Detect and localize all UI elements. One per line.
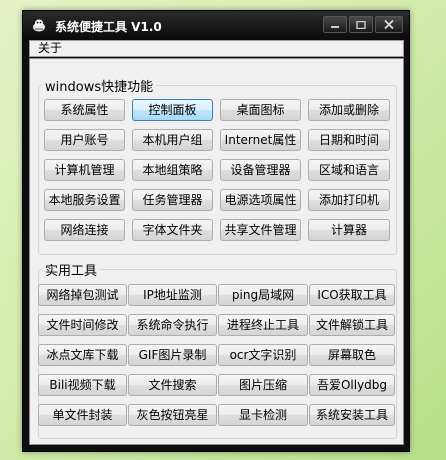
win-button-r2c2[interactable]: 本机用户组	[132, 129, 213, 151]
menu-about[interactable]: 关于	[36, 41, 64, 56]
tool-button-r2c2[interactable]: 系统命令执行	[128, 314, 217, 336]
menu-bar: 关于	[29, 40, 404, 57]
tool-button-r4c3[interactable]: 图片压缩	[218, 374, 308, 396]
win-button-r5c4[interactable]: 计算器	[308, 219, 390, 241]
win-button-r4c4[interactable]: 添加打印机	[308, 189, 390, 211]
tool-button-r4c1[interactable]: Bili视频下载	[38, 374, 127, 396]
tool-button-r5c3[interactable]: 显卡检测	[218, 404, 308, 426]
window-controls	[323, 16, 403, 33]
win-button-r2c1[interactable]: 用户账号	[44, 129, 125, 151]
tool-button-r1c2[interactable]: IP地址监测	[128, 284, 217, 306]
minimize-button[interactable]	[323, 16, 347, 33]
close-button[interactable]	[375, 16, 403, 33]
tool-button-r4c2[interactable]: 文件搜索	[128, 374, 217, 396]
tools-group-title: 实用工具	[42, 260, 101, 279]
win-button-r1c4[interactable]: 添加或删除	[308, 99, 390, 121]
tool-button-r3c3[interactable]: ocr文字识别	[218, 344, 308, 366]
maximize-icon	[356, 20, 366, 29]
win-button-r5c3[interactable]: 共享文件管理	[220, 219, 301, 241]
tool-button-r3c2[interactable]: GIF图片录制	[128, 344, 217, 366]
win-button-r1c1[interactable]: 系统属性	[44, 99, 125, 121]
tool-button-r5c2[interactable]: 灰色按钮亮星	[128, 404, 217, 426]
tool-button-r5c4[interactable]: 系统安装工具	[309, 404, 395, 426]
win-button-r3c3[interactable]: 设备管理器	[220, 159, 301, 181]
tool-button-r1c1[interactable]: 网络掉包测试	[38, 284, 127, 306]
maximize-button[interactable]	[349, 16, 373, 33]
win-button-r3c1[interactable]: 计算机管理	[44, 159, 125, 181]
win-button-r1c2[interactable]: 控制面板	[132, 99, 213, 121]
tool-button-r2c1[interactable]: 文件时间修改	[38, 314, 127, 336]
win-button-r5c2[interactable]: 字体文件夹	[132, 219, 213, 241]
win-button-r4c1[interactable]: 本地服务设置	[44, 189, 125, 211]
title-bar[interactable]: 系统便捷工具 V1.0	[23, 11, 409, 40]
win-button-r3c2[interactable]: 本地组策略	[132, 159, 213, 181]
close-icon	[384, 20, 394, 29]
tool-button-r2c3[interactable]: 进程终止工具	[218, 314, 308, 336]
tool-button-r2c4[interactable]: 文件解锁工具	[309, 314, 395, 336]
app-logo-icon	[33, 19, 45, 32]
win-button-r2c3[interactable]: Internet属性	[220, 129, 301, 151]
win-button-r4c3[interactable]: 电源选项属性	[220, 189, 301, 211]
win-button-r4c2[interactable]: 任务管理器	[132, 189, 213, 211]
tool-button-r5c1[interactable]: 单文件封装	[38, 404, 127, 426]
tool-button-r3c1[interactable]: 冰点文库下载	[38, 344, 127, 366]
tool-button-r4c4[interactable]: 吾爱Ollydbg	[309, 374, 395, 396]
window-title: 系统便捷工具 V1.0	[55, 20, 162, 34]
tool-button-r3c4[interactable]: 屏幕取色	[309, 344, 395, 366]
tool-button-r1c3[interactable]: ping局域网	[218, 284, 308, 306]
windows-shortcuts-group-title: windows快捷功能	[42, 76, 157, 95]
main-panel: windows快捷功能 实用工具 系统属性 控制面板 桌面图标 添加或删除用户账号 本机…	[29, 58, 404, 445]
win-button-r5c1[interactable]: 网络连接	[44, 219, 125, 241]
win-button-r2c4[interactable]: 日期和时间	[308, 129, 390, 151]
minimize-icon	[331, 25, 339, 28]
tool-button-r1c4[interactable]: ICO获取工具	[309, 284, 395, 306]
win-button-r1c3[interactable]: 桌面图标	[220, 99, 301, 121]
win-button-r3c4[interactable]: 区域和语言	[308, 159, 390, 181]
app-window: 系统便捷工具 V1.0 关于 windows快捷功能 实用工具 系统属性 控制面板…	[22, 10, 410, 452]
